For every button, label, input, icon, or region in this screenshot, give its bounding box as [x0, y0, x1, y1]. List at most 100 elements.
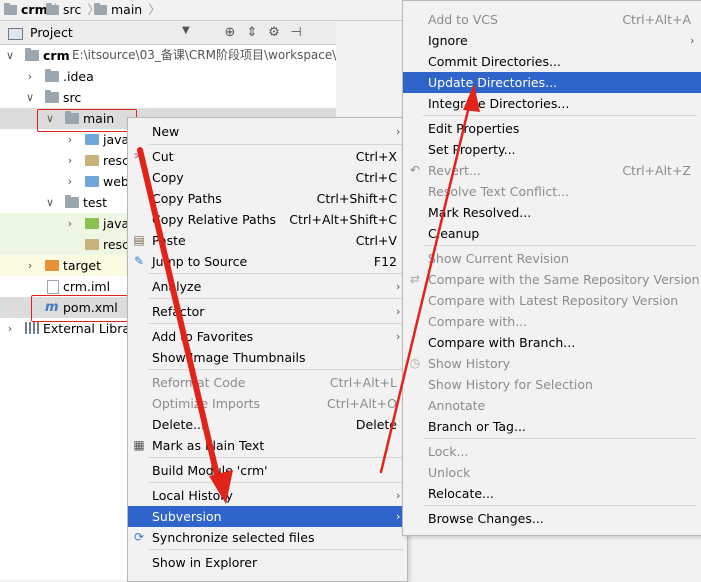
folder-icon: [94, 3, 107, 15]
hide-icon[interactable]: ⊣: [288, 25, 304, 41]
collapse-all-icon[interactable]: ⇕: [244, 25, 260, 41]
menu-item-show-history[interactable]: ◷ Show History: [403, 353, 701, 374]
folder-icon: [45, 69, 59, 82]
menu-item-subversion[interactable]: Subversion ›: [128, 506, 407, 527]
expand-arrow-icon[interactable]: ∨: [45, 192, 55, 213]
menu-item-relocate[interactable]: Relocate...: [403, 483, 701, 504]
separator: [148, 549, 403, 550]
breadcrumb-item-main[interactable]: main 〉: [94, 1, 161, 19]
menu-item-synchronize[interactable]: ⟳ Synchronize selected files: [128, 527, 407, 548]
menu-item-integrate-directories[interactable]: Integrate Directories...: [403, 93, 701, 114]
menu-item-set-property[interactable]: Set Property...: [403, 139, 701, 160]
menu-item-mark-resolved[interactable]: Mark Resolved...: [403, 202, 701, 223]
folder-icon: [46, 3, 59, 15]
expand-arrow-icon[interactable]: ∨: [5, 45, 15, 66]
submenu-arrow-icon: ›: [396, 330, 401, 343]
menu-item-compare-same-version[interactable]: ⇄ Compare with the Same Repository Versio…: [403, 269, 701, 290]
context-menu: New › ✂ Cut Ctrl+X Copy Ctrl+C Copy Paths Ctr…: [127, 117, 408, 582]
annotation-box-main: [37, 109, 137, 132]
menu-item-revert[interactable]: ↶ Revert... Ctrl+Alt+Z: [403, 160, 701, 181]
collapse-arrow-icon[interactable]: ›: [65, 150, 75, 171]
menu-item-jump-to-source[interactable]: ✎ Jump to Source F12: [128, 251, 407, 272]
web-folder-icon: [85, 176, 99, 187]
collapse-arrow-icon[interactable]: ›: [5, 318, 15, 339]
menu-item-show-history-selection[interactable]: Show History for Selection: [403, 374, 701, 395]
menu-item-mark-as-plain-text[interactable]: ▦ Mark as Plain Text: [128, 435, 407, 456]
menu-item-optimize-imports[interactable]: Optimize Imports Ctrl+Alt+O: [128, 393, 407, 414]
menu-item-paste[interactable]: ▤ Paste Ctrl+V: [128, 230, 407, 251]
menu-item-cut[interactable]: ✂ Cut Ctrl+X: [128, 146, 407, 167]
collapse-arrow-icon[interactable]: ›: [65, 213, 75, 234]
project-view-selector[interactable]: Project: [30, 25, 73, 41]
menu-item-branch-or-tag[interactable]: Branch or Tag...: [403, 416, 701, 437]
subversion-submenu: Add to VCS Ctrl+Alt+A Ignore › Commit Dire…: [402, 0, 701, 536]
menu-item-delete[interactable]: Delete... Delete: [128, 414, 407, 435]
source-folder-icon: [85, 134, 99, 145]
submenu-arrow-icon: ›: [396, 489, 401, 502]
collapse-arrow-icon[interactable]: ›: [65, 171, 75, 192]
breadcrumb-item-src[interactable]: src〉: [46, 1, 100, 19]
menu-item-analyze[interactable]: Analyze ›: [128, 276, 407, 297]
menu-item-compare-with[interactable]: Compare with...: [403, 311, 701, 332]
menu-item-reformat-code[interactable]: Reformat Code Ctrl+Alt+L: [128, 372, 407, 393]
menu-item-show-image-thumbnails[interactable]: Show Image Thumbnails: [128, 347, 407, 368]
test-resources-folder-icon: [85, 239, 99, 250]
menu-item-unlock[interactable]: Unlock: [403, 462, 701, 483]
collapse-arrow-icon[interactable]: ›: [65, 129, 75, 150]
collapse-arrow-icon[interactable]: ›: [25, 255, 35, 276]
revert-icon: ↶: [409, 163, 421, 177]
menu-item-local-history[interactable]: Local History ›: [128, 485, 407, 506]
locate-icon[interactable]: ⊕: [222, 25, 238, 41]
submenu-arrow-icon: ›: [396, 305, 401, 318]
separator: [423, 505, 697, 506]
separator: [148, 457, 403, 458]
project-icon: [8, 28, 23, 40]
separator: [148, 273, 403, 274]
menu-item-compare-with-branch[interactable]: Compare with Branch...: [403, 332, 701, 353]
annotation-box-pom: [31, 295, 128, 322]
menu-item-copy[interactable]: Copy Ctrl+C: [128, 167, 407, 188]
menu-item-cleanup[interactable]: Cleanup: [403, 223, 701, 244]
scissors-icon: ✂: [133, 149, 145, 163]
menu-item-lock[interactable]: Lock...: [403, 441, 701, 462]
menu-item-compare-latest-version[interactable]: Compare with Latest Repository Version: [403, 290, 701, 311]
menu-item-browse-changes[interactable]: Browse Changes...: [403, 508, 701, 529]
tree-item-crm[interactable]: ∨ crm E:\itsource\03_备课\CRM阶段项目\workspac…: [0, 45, 336, 66]
separator: [148, 144, 403, 145]
menu-item-copy-paths[interactable]: Copy Paths Ctrl+Shift+C: [128, 188, 407, 209]
expand-arrow-icon[interactable]: ∨: [25, 87, 35, 108]
project-panel-header: Project ▼ ⊕ ⇕ ⚙ ⊣: [0, 22, 336, 45]
folder-icon: [65, 195, 79, 208]
excluded-folder-icon: [45, 260, 59, 271]
dropdown-arrow-icon[interactable]: ▼: [182, 25, 190, 36]
menu-item-edit-properties[interactable]: Edit Properties: [403, 118, 701, 139]
menu-item-add-to-favorites[interactable]: Add to Favorites ›: [128, 326, 407, 347]
menu-item-ignore[interactable]: Ignore ›: [403, 30, 701, 51]
menu-item-add-to-vcs[interactable]: Add to VCS Ctrl+Alt+A: [403, 9, 701, 30]
menu-item-annotate[interactable]: Annotate: [403, 395, 701, 416]
collapse-arrow-icon[interactable]: ›: [25, 66, 35, 87]
gear-icon[interactable]: ⚙: [266, 25, 282, 41]
library-icon: [25, 322, 39, 334]
menu-item-copy-relative-paths[interactable]: Copy Relative Paths Ctrl+Alt+Shift+C: [128, 209, 407, 230]
separator: [423, 438, 697, 439]
separator: [148, 369, 403, 370]
tree-item-src[interactable]: ∨ src: [0, 87, 336, 108]
submenu-arrow-icon: ›: [396, 510, 401, 523]
separator: [148, 482, 403, 483]
menu-item-build-module[interactable]: Build Module 'crm': [128, 460, 407, 481]
clipboard-icon: ▤: [133, 233, 145, 247]
menu-item-show-current-revision[interactable]: Show Current Revision: [403, 248, 701, 269]
menu-item-new[interactable]: New ›: [128, 121, 407, 142]
menu-item-refactor[interactable]: Refactor ›: [128, 301, 407, 322]
resources-folder-icon: [85, 155, 99, 166]
menu-item-show-in-explorer[interactable]: Show in Explorer: [128, 552, 407, 573]
menu-item-resolve-text-conflict[interactable]: Resolve Text Conflict...: [403, 181, 701, 202]
plain-text-icon: ▦: [133, 438, 145, 452]
separator: [148, 298, 403, 299]
compare-icon: ⇄: [409, 272, 421, 286]
tree-item-idea[interactable]: › .idea: [0, 66, 336, 87]
edit-source-icon: ✎: [133, 254, 145, 268]
menu-item-update-directories[interactable]: Update Directories...: [403, 72, 701, 93]
menu-item-commit-directories[interactable]: Commit Directories...: [403, 51, 701, 72]
